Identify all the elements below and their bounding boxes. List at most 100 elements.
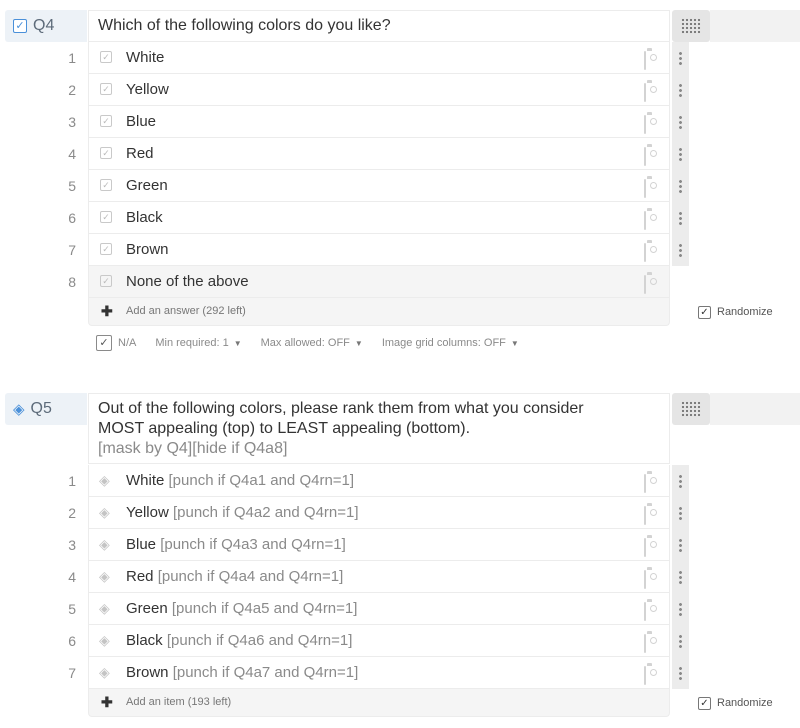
camera-icon[interactable] bbox=[644, 211, 646, 230]
ranking-icon: ◈ bbox=[99, 536, 110, 552]
camera-icon[interactable] bbox=[644, 474, 646, 493]
item-logic: [punch if Q4a3 and Q4rn=1] bbox=[160, 536, 346, 553]
row-menu-button[interactable] bbox=[672, 529, 689, 561]
checkbox-icon: ✓ bbox=[100, 83, 112, 95]
na-checkbox[interactable]: ✓ bbox=[96, 335, 112, 351]
answer-field[interactable]: ✓ Yellow bbox=[88, 74, 670, 106]
randomize-label: Randomize bbox=[717, 697, 773, 709]
camera-icon[interactable] bbox=[644, 538, 646, 557]
add-answer-label: Add an answer (292 left) bbox=[126, 305, 246, 317]
question-text-field[interactable]: Which of the following colors do you lik… bbox=[88, 10, 734, 42]
item-label-wrap: Brown [punch if Q4a7 and Q4rn=1] bbox=[126, 657, 358, 689]
question-number: Q5 bbox=[30, 400, 52, 417]
item-field[interactable]: ◈ Brown [punch if Q4a7 and Q4rn=1] bbox=[88, 657, 670, 689]
header-strip bbox=[710, 10, 800, 42]
question-options: ✓ N/A Min required: 1 ▼ Max allowed: OFF ▼… bbox=[96, 334, 519, 352]
randomize-toggle[interactable]: ✓ Randomize bbox=[698, 305, 773, 319]
item-label: Red bbox=[126, 568, 154, 585]
answer-field[interactable]: ✓ Brown bbox=[88, 234, 670, 266]
add-item-button[interactable]: ✚ Add an item (193 left) bbox=[88, 689, 670, 717]
question-number: Q4 bbox=[33, 17, 55, 34]
item-field[interactable]: ◈ Red [punch if Q4a4 and Q4rn=1] bbox=[88, 561, 670, 593]
answer-row: 8 ✓ None of the above bbox=[0, 266, 800, 298]
question-number-cell[interactable]: ✓ Q4 bbox=[5, 10, 87, 42]
row-menu-button[interactable] bbox=[672, 234, 689, 266]
item-label: Green bbox=[126, 600, 168, 617]
row-menu-button[interactable] bbox=[672, 657, 689, 689]
question-text-field[interactable]: Out of the following colors, please rank… bbox=[88, 393, 734, 464]
grid-icon bbox=[681, 401, 701, 417]
item-number: 4 bbox=[68, 569, 76, 585]
camera-icon[interactable] bbox=[644, 179, 646, 198]
row-menu-button[interactable] bbox=[672, 138, 689, 170]
max-allowed-label: Max allowed: OFF bbox=[260, 337, 350, 349]
item-row: 7 ◈ Brown [punch if Q4a7 and Q4rn=1] bbox=[0, 657, 800, 689]
min-required-dropdown[interactable]: Min required: 1 ▼ bbox=[155, 337, 241, 349]
ranking-icon: ◈ bbox=[99, 472, 110, 488]
item-field[interactable]: ◈ Green [punch if Q4a5 and Q4rn=1] bbox=[88, 593, 670, 625]
item-label-wrap: Yellow [punch if Q4a2 and Q4rn=1] bbox=[126, 497, 359, 529]
answer-field[interactable]: ✓ Blue bbox=[88, 106, 670, 138]
answer-field[interactable]: ✓ White bbox=[88, 42, 670, 74]
grid-button[interactable] bbox=[672, 10, 710, 42]
row-menu-button[interactable] bbox=[672, 625, 689, 657]
randomize-toggle[interactable]: ✓ Randomize bbox=[698, 696, 773, 710]
checkbox-icon: ✓ bbox=[13, 19, 27, 33]
answer-number: 5 bbox=[68, 178, 76, 194]
answer-row: 1 ✓ White bbox=[0, 42, 800, 74]
camera-icon[interactable] bbox=[644, 115, 646, 134]
answer-field[interactable]: ✓ None of the above bbox=[88, 266, 670, 298]
checkbox-icon: ✓ bbox=[698, 696, 711, 710]
row-menu-button[interactable] bbox=[672, 42, 689, 74]
answer-number: 2 bbox=[68, 82, 76, 98]
camera-icon[interactable] bbox=[644, 602, 646, 621]
row-menu-button[interactable] bbox=[672, 497, 689, 529]
item-number: 2 bbox=[68, 505, 76, 521]
camera-icon[interactable] bbox=[644, 83, 646, 102]
ranking-icon: ◈ bbox=[99, 568, 110, 584]
camera-icon[interactable] bbox=[644, 51, 646, 70]
grid-button[interactable] bbox=[672, 393, 710, 425]
ranking-icon: ◈ bbox=[99, 632, 110, 648]
row-menu-button[interactable] bbox=[672, 170, 689, 202]
camera-icon[interactable] bbox=[644, 570, 646, 589]
answer-label: Yellow bbox=[126, 81, 169, 98]
item-field[interactable]: ◈ Yellow [punch if Q4a2 and Q4rn=1] bbox=[88, 497, 670, 529]
answer-field[interactable]: ✓ Red bbox=[88, 138, 670, 170]
row-menu-button[interactable] bbox=[672, 593, 689, 625]
item-row: 1 ◈ White [punch if Q4a1 and Q4rn=1] bbox=[0, 465, 800, 497]
camera-icon[interactable] bbox=[644, 275, 646, 294]
camera-icon[interactable] bbox=[644, 634, 646, 653]
answer-field[interactable]: ✓ Green bbox=[88, 170, 670, 202]
item-field[interactable]: ◈ White [punch if Q4a1 and Q4rn=1] bbox=[88, 465, 670, 497]
camera-icon[interactable] bbox=[644, 666, 646, 685]
answer-label: Blue bbox=[126, 113, 157, 130]
answer-label: White bbox=[126, 49, 165, 66]
row-menu-button[interactable] bbox=[672, 465, 689, 497]
row-menu-button[interactable] bbox=[672, 561, 689, 593]
kebab-icon bbox=[679, 633, 682, 649]
answer-label: None of the above bbox=[126, 273, 249, 290]
row-menu-button[interactable] bbox=[672, 202, 689, 234]
camera-icon[interactable] bbox=[644, 243, 646, 262]
ranking-icon: ◈ bbox=[99, 504, 110, 520]
image-grid-columns-dropdown[interactable]: Image grid columns: OFF ▼ bbox=[382, 337, 519, 349]
answer-label: Brown bbox=[126, 241, 169, 258]
kebab-icon bbox=[679, 114, 682, 130]
add-answer-button[interactable]: ✚ Add an answer (292 left) bbox=[88, 298, 670, 326]
answer-field[interactable]: ✓ Black bbox=[88, 202, 670, 234]
row-menu-button[interactable] bbox=[672, 74, 689, 106]
answer-number: 3 bbox=[68, 114, 76, 130]
item-label: White bbox=[126, 472, 165, 489]
plus-icon: ✚ bbox=[101, 694, 113, 710]
max-allowed-dropdown[interactable]: Max allowed: OFF ▼ bbox=[261, 337, 363, 349]
item-field[interactable]: ◈ Blue [punch if Q4a3 and Q4rn=1] bbox=[88, 529, 670, 561]
item-field[interactable]: ◈ Black [punch if Q4a6 and Q4rn=1] bbox=[88, 625, 670, 657]
answer-row: 3 ✓ Blue bbox=[0, 106, 800, 138]
min-required-label: Min required: 1 bbox=[155, 337, 229, 349]
row-menu-button[interactable] bbox=[672, 106, 689, 138]
camera-icon[interactable] bbox=[644, 506, 646, 525]
caret-down-icon: ▼ bbox=[510, 339, 519, 348]
question-number-cell[interactable]: ◈ Q5 bbox=[5, 393, 87, 425]
camera-icon[interactable] bbox=[644, 147, 646, 166]
